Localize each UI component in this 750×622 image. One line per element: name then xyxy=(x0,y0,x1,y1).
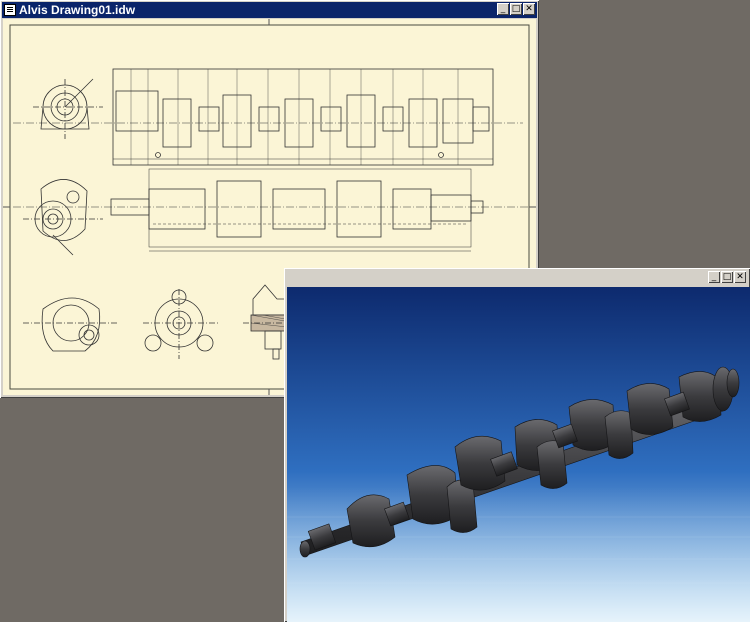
render-close-button[interactable]: ✕ xyxy=(734,271,746,283)
render-maximize-button[interactable]: □ xyxy=(721,271,733,283)
maximize-button[interactable]: □ xyxy=(510,3,522,15)
window-menu-icon[interactable] xyxy=(4,4,16,16)
crankshaft-render xyxy=(287,287,750,622)
render-viewport[interactable] xyxy=(287,287,750,622)
minimize-button[interactable]: _ xyxy=(497,3,509,15)
render-window-titlebar[interactable]: _ □ ✕ xyxy=(286,270,748,286)
render-minimize-button[interactable]: _ xyxy=(708,271,720,283)
render-window[interactable]: _ □ ✕ xyxy=(284,268,750,622)
close-button[interactable]: ✕ xyxy=(523,3,535,15)
drawing-window-titlebar[interactable]: Alvis Drawing01.idw _ □ ✕ xyxy=(2,2,537,18)
drawing-window-title: Alvis Drawing01.idw xyxy=(19,3,136,17)
